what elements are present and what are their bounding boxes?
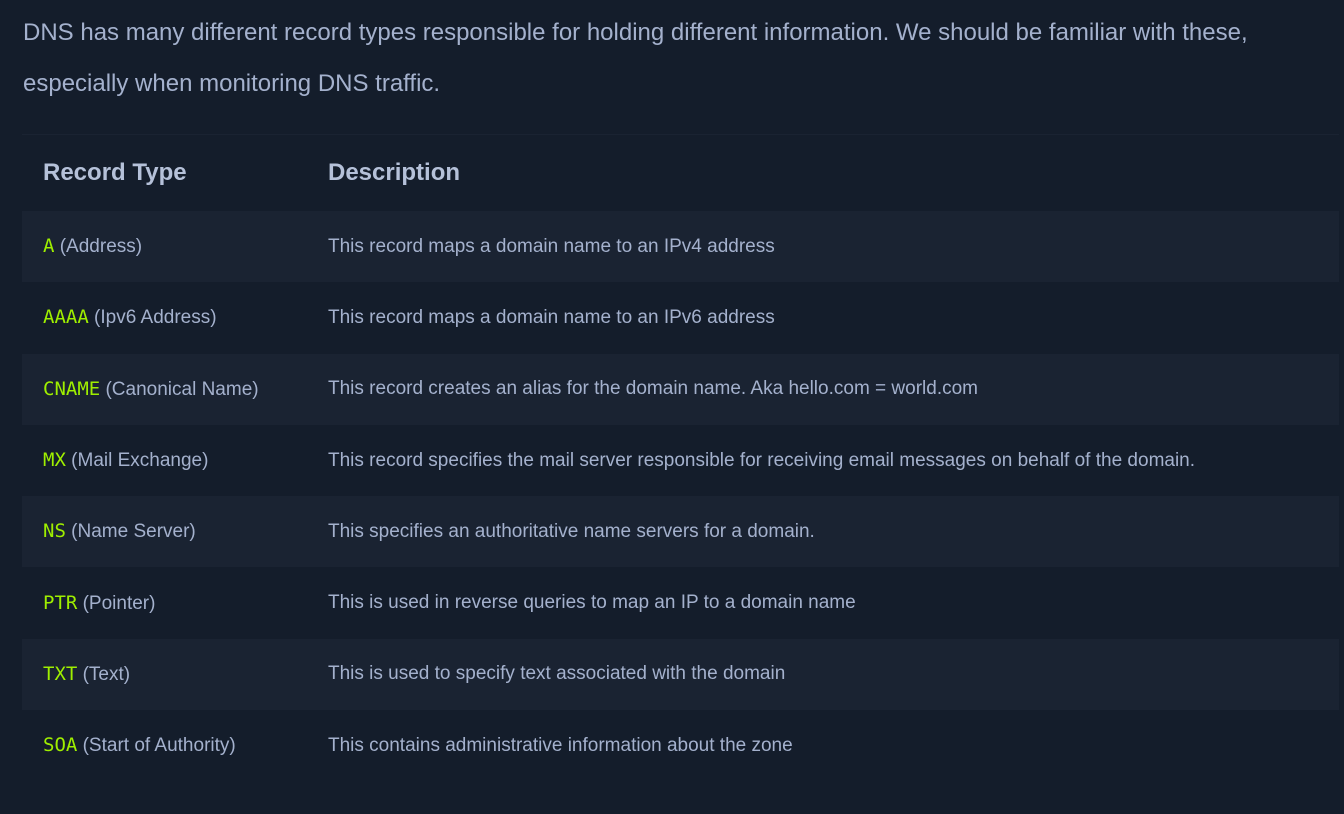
record-name: (Mail Exchange) [71,450,209,472]
intro-paragraph: DNS has many different record types resp… [23,19,1248,97]
record-type-cell: NS (Name Server) [22,496,308,567]
table-row: NS (Name Server) This specifies an autho… [22,496,1339,568]
record-code: NS [43,520,66,543]
record-code: TXT [43,662,78,685]
record-code: CNAME [43,377,101,400]
record-types-table: Record Type Description A (Address) This… [22,135,1339,782]
record-name: (Start of Authority) [82,735,236,757]
table-header: Record Type Description [22,135,1339,211]
record-description: This specifies an authoritative name ser… [328,520,815,542]
table-row: AAAA (Ipv6 Address) This record maps a d… [22,282,1339,354]
record-name: (Text) [82,663,131,685]
record-code: MX [43,449,66,472]
record-description: This record specifies the mail server re… [328,449,1196,471]
table-body: A (Address) This record maps a domain na… [22,211,1339,782]
table-row: A (Address) This record maps a domain na… [22,211,1339,283]
table-row: MX (Mail Exchange) This record specifies… [22,424,1339,497]
record-code: PTR [43,591,78,614]
record-description: This record maps a domain name to an IPv… [328,235,775,257]
record-name: (Address) [59,236,143,258]
header-record-type: Record Type [43,159,187,186]
table-header-row: Record Type Description [22,135,1339,211]
record-description: This record maps a domain name to an IPv… [328,306,775,328]
record-description: This is used to specify text associated … [328,663,786,685]
record-name: (Pointer) [82,592,156,614]
record-description: This is used in reverse queries to map a… [328,592,856,614]
record-description: This contains administrative information… [328,734,793,756]
record-name: (Name Server) [71,521,196,543]
table-row: SOA (Start of Authority) This contains a… [22,710,1339,782]
record-type-cell: CNAME (Canonical Name) [22,354,308,425]
record-code: AAAA [43,306,89,329]
record-description: This record creates an alias for the dom… [328,378,978,400]
record-name: (Ipv6 Address) [94,307,217,329]
record-code: SOA [43,734,78,757]
record-type-cell: AAAA (Ipv6 Address) [22,282,308,353]
record-name: (Canonical Name) [105,378,259,400]
record-type-cell: A (Address) [22,211,308,282]
record-types-table-container: Record Type Description A (Address) This… [22,134,1339,782]
record-type-cell: MX (Mail Exchange) [22,425,308,496]
table-row: CNAME (Canonical Name) This record creat… [22,353,1339,425]
record-type-cell: TXT (Text) [22,639,308,710]
record-code: A [43,235,55,258]
header-description: Description [328,159,461,186]
table-row: TXT (Text) This is used to specify text … [22,638,1339,711]
table-row: PTR (Pointer) This is used in reverse qu… [22,567,1339,639]
record-type-cell: PTR (Pointer) [22,567,308,638]
record-type-cell: SOA (Start of Authority) [22,710,308,781]
